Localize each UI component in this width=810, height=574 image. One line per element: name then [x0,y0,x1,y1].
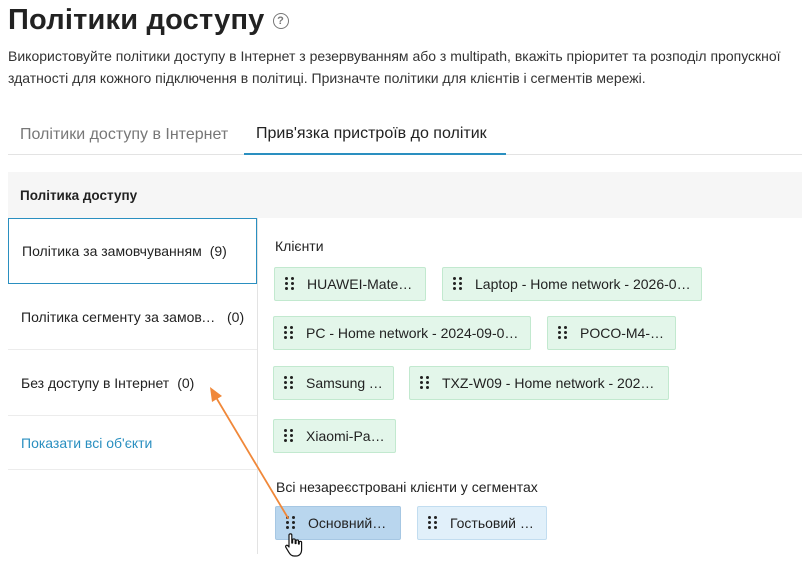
policy-name: Політика за замовчуванням [22,243,202,259]
client-chip[interactable]: HUAWEI-MatePad [274,267,426,301]
client-name: HUAWEI-MatePad [307,276,415,292]
drag-handle-icon[interactable] [420,376,430,390]
drag-handle-icon[interactable] [284,326,294,340]
segment-name: Гостьовий (0) [450,515,536,531]
page-description: Використовуйте політики доступу в Інтерн… [8,48,781,86]
tab-bar: Політики доступу в Інтернет Прив'язка пр… [8,115,802,155]
client-name: POCO-M4-Pro [580,325,665,341]
client-name: PC - Home network - 2024-09-07 01:02 [306,325,520,341]
tab-device-binding[interactable]: Прив'язка пристроїв до політик [244,115,506,155]
drag-handle-icon[interactable] [285,277,295,291]
title-row: Політики доступу ? [8,2,289,38]
client-chip[interactable]: TXZ-W09 - Home network - 2026-01-01 [409,366,669,400]
panel-header: Політика доступу [8,172,802,218]
client-chip[interactable]: POCO-M4-Pro [547,316,676,350]
policy-item-segment-default[interactable]: Політика сегменту за замовчуванням (0) [8,284,257,350]
segment-chip-guest[interactable]: Гостьовий (0) [417,506,547,540]
client-name: Xiaomi-Pad-7 [306,428,385,444]
policy-item-default[interactable]: Політика за замовчуванням (9) [8,218,257,284]
client-chip[interactable]: Laptop - Home network - 2026-01-01 [442,267,702,301]
drag-handle-icon[interactable] [286,516,296,530]
show-all-link[interactable]: Показати всі об'єкти [8,416,257,470]
unregistered-segments-label: Всі незареєстровані клієнти у сегментах [276,479,538,495]
tab-internet-policies[interactable]: Політики доступу в Інтернет [8,115,244,155]
segment-chip-main[interactable]: Основний (0) [275,506,401,540]
question-circle-icon[interactable]: ? [272,13,289,29]
policy-name: Без доступу в Інтернет [21,374,170,391]
drag-handle-icon[interactable] [284,376,294,390]
policy-item-no-internet[interactable]: Без доступу в Інтернет (0) [8,350,257,416]
policy-count: (0) [177,374,195,391]
client-name: Laptop - Home network - 2026-01-01 [475,276,691,292]
client-chip[interactable]: Xiaomi-Pad-7 [273,419,396,453]
clients-label: Клієнти [275,238,324,254]
page-title: Політики доступу [8,3,265,36]
policy-list: Політика за замовчуванням (9) Політика с… [8,218,258,554]
drag-handle-icon[interactable] [558,326,568,340]
client-chip[interactable]: Samsung TV [273,366,394,400]
policy-name: Політика сегменту за замовчуванням [21,308,217,325]
policy-count: (0) [227,308,245,325]
client-name: TXZ-W09 - Home network - 2026-01-01 [442,375,658,391]
drag-handle-icon[interactable] [453,277,463,291]
policy-count: (9) [209,243,227,259]
client-name: Samsung TV [306,375,383,391]
drag-handle-icon[interactable] [428,516,438,530]
segment-name: Основний (0) [308,515,390,531]
drag-handle-icon[interactable] [284,429,294,443]
client-chip[interactable]: PC - Home network - 2024-09-07 01:02 [273,316,531,350]
